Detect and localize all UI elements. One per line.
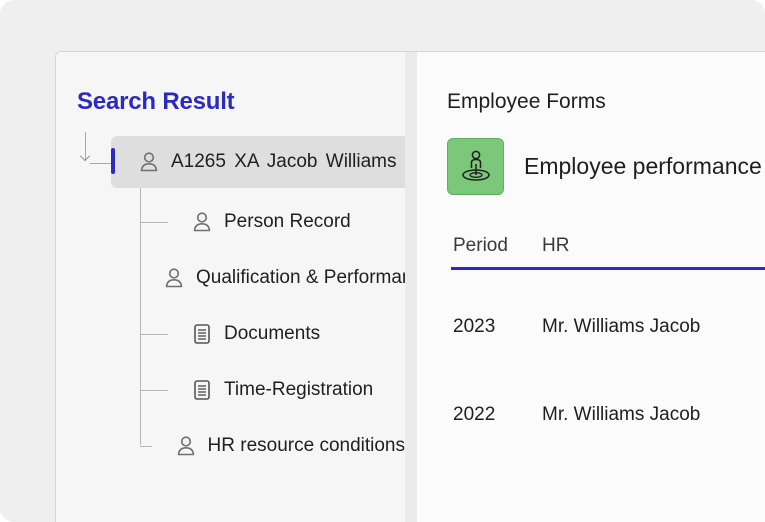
chevron-down-icon[interactable]	[80, 151, 90, 161]
tree-branch	[140, 333, 168, 335]
cell-period: 2023	[453, 316, 496, 337]
table-row[interactable]: 2022 Mr. Williams Jacob	[453, 395, 765, 435]
person-icon	[164, 267, 184, 289]
person-on-target-icon	[447, 137, 504, 195]
employee-forms-panel: Employee Forms Employee performance Peri…	[417, 52, 765, 522]
panel-splitter[interactable]	[405, 52, 417, 522]
tree-branch	[140, 389, 168, 391]
tree-item-label: Qualification & Performance	[196, 267, 405, 288]
tree-item-person-record[interactable]: Person Record	[140, 202, 405, 242]
search-result-panel: Search Result A1265 XA Jacob Williams Pe…	[56, 52, 405, 522]
section-title: Employee Forms	[447, 90, 606, 113]
tree-branch	[140, 221, 168, 223]
document-icon	[194, 324, 210, 344]
selection-marker	[111, 148, 115, 174]
column-header-hr[interactable]: HR	[542, 235, 569, 257]
column-header-period[interactable]: Period	[453, 235, 542, 257]
table-row[interactable]: 2023 Mr. Williams Jacob	[453, 307, 765, 347]
tree-item-label: HR resource conditions	[207, 435, 405, 456]
cell-period: 2022	[453, 404, 496, 425]
header-underline	[451, 267, 765, 270]
form-item-label: Employee performance	[524, 152, 762, 179]
tree-item-label: Time-Registration	[224, 379, 374, 400]
tree-root-label: A1265 XA Jacob Williams	[171, 151, 397, 172]
tree-item-time-registration[interactable]: Time-Registration	[140, 370, 405, 410]
panel-title: Search Result	[77, 88, 235, 115]
tree-branch	[140, 445, 152, 447]
document-icon	[194, 380, 210, 400]
person-icon	[192, 211, 212, 233]
table-header: Period HR	[453, 224, 765, 268]
tree-item-hr-resource[interactable]: HR resource conditions	[140, 426, 405, 466]
person-icon	[139, 151, 159, 173]
cell-hr: Mr. Williams Jacob	[542, 316, 701, 337]
form-item-employee-performance[interactable]: Employee performance	[447, 137, 762, 195]
app-window: Search Result A1265 XA Jacob Williams Pe…	[55, 51, 765, 522]
person-icon	[176, 435, 196, 457]
tree-item-label: Documents	[224, 323, 321, 344]
tree-root-employee[interactable]: A1265 XA Jacob Williams	[111, 136, 405, 188]
cell-hr: Mr. Williams Jacob	[542, 404, 701, 425]
tree-item-label: Person Record	[224, 211, 351, 232]
tree-line	[90, 163, 112, 164]
tree-item-documents[interactable]: Documents	[140, 314, 405, 354]
tree-item-qualification[interactable]: Qualification & Performance	[140, 258, 405, 298]
